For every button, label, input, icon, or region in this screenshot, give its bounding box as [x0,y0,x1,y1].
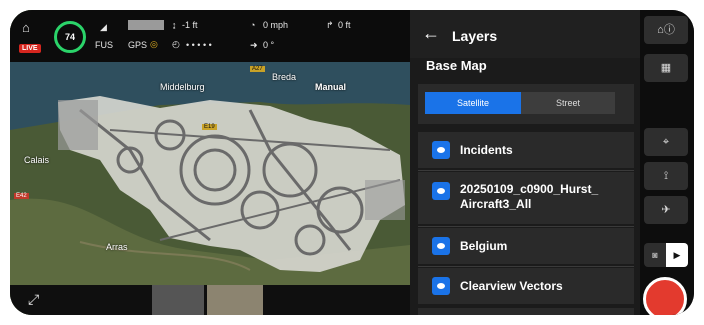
layers-header: ← Layers [410,10,640,58]
distance-icon: ↱ [326,20,334,30]
control-rail: ⌂ⓘ ▦ ⌖ ⟟ ✈ ◙ ▶ [640,10,694,315]
base-map-title: Base Map [426,58,487,73]
live-badge: LIVE [19,44,41,53]
road-badge: E19 [202,124,217,130]
divider [418,226,634,227]
record-button[interactable] [643,277,687,315]
divider [418,170,634,171]
map-label-calais: Calais [24,155,50,165]
route-tool-button[interactable]: ⟟ [644,162,688,190]
layer-label: 20250109_c0900_Hurst_ Aircraft3_All [460,182,599,211]
layer-label: Clearview Vectors [460,279,563,293]
speed-icon: ◔ [250,20,256,30]
layer-item-incidents[interactable]: Incidents [418,132,634,168]
grid-button[interactable]: ▦ [644,54,688,82]
altitude-value: -1 ft [182,20,198,30]
layer-label: Incidents [460,143,513,157]
map-view[interactable]: Middelburg Breda Manual Calais Arras A27… [10,10,410,315]
camera-thumbnail[interactable] [152,285,204,315]
layer-label: Belgium [460,239,508,253]
home-info-button[interactable]: ⌂ⓘ [644,16,688,44]
drone-icon: ⌂ [22,20,30,35]
map-label-arras: Arras [106,242,128,252]
signal-icon: ◢ [100,22,107,32]
map-label-breda: Breda [272,72,297,82]
heading-value: 0 ° [263,40,275,50]
layer-item-clearview-vectors[interactable]: Clearview Vectors [418,268,634,304]
base-map-satellite-button[interactable]: Satellite [425,92,521,114]
map-label-middelburg: Middelburg [160,82,205,92]
layers-title: Layers [452,28,498,44]
gps-label: GPS [128,40,148,50]
distance-value: 0 ft [338,20,351,30]
drone-tool-button[interactable]: ✈ [644,196,688,224]
eye-icon[interactable] [432,277,450,295]
telemetry-bar: ⌂ LIVE 74 ◢ FUS GPS ◎ ↨ -1 ft ◴ • • • • … [10,10,410,62]
heading-icon: ➜ [250,40,258,50]
battery-indicator: 74 [54,21,86,53]
photo-video-toggle[interactable]: ◙ ▶ [644,243,688,267]
gps-dots: • • • • • [186,40,212,50]
video-icon[interactable]: ▶ [666,243,688,267]
layers-panel: ← Layers Base Map Satellite Street Incid… [410,10,640,315]
expand-icon[interactable]: ⤢ [28,291,39,308]
speed-value: 0 mph [263,20,289,30]
altitude-icon: ↨ [172,20,177,30]
device-screen: Middelburg Breda Manual Calais Arras A27… [10,10,694,315]
back-arrow-icon[interactable]: ← [422,24,440,42]
compass-icon: ◴ [172,39,180,49]
layer-item-partial[interactable] [418,308,634,315]
layer-item-aircraft[interactable]: 20250109_c0900_Hurst_ Aircraft3_All [418,172,634,224]
video-signal-icon [128,20,164,30]
road-badge: A27 [250,66,265,72]
layer-item-belgium[interactable]: Belgium [418,228,634,264]
gps-icon: ◎ [150,39,158,49]
eye-icon[interactable] [432,182,450,200]
camera-icon[interactable]: ◙ [644,243,666,267]
map-label-manual: Manual [315,82,347,92]
base-map-street-button[interactable]: Street [521,92,615,114]
signal-label: FUS [95,40,113,50]
road-badge: E42 [14,193,29,199]
eye-icon[interactable] [432,141,450,159]
camera-thumbnail[interactable] [207,285,263,315]
map-tool-button[interactable]: ⌖ [644,128,688,156]
divider [418,266,634,267]
eye-icon[interactable] [432,237,450,255]
